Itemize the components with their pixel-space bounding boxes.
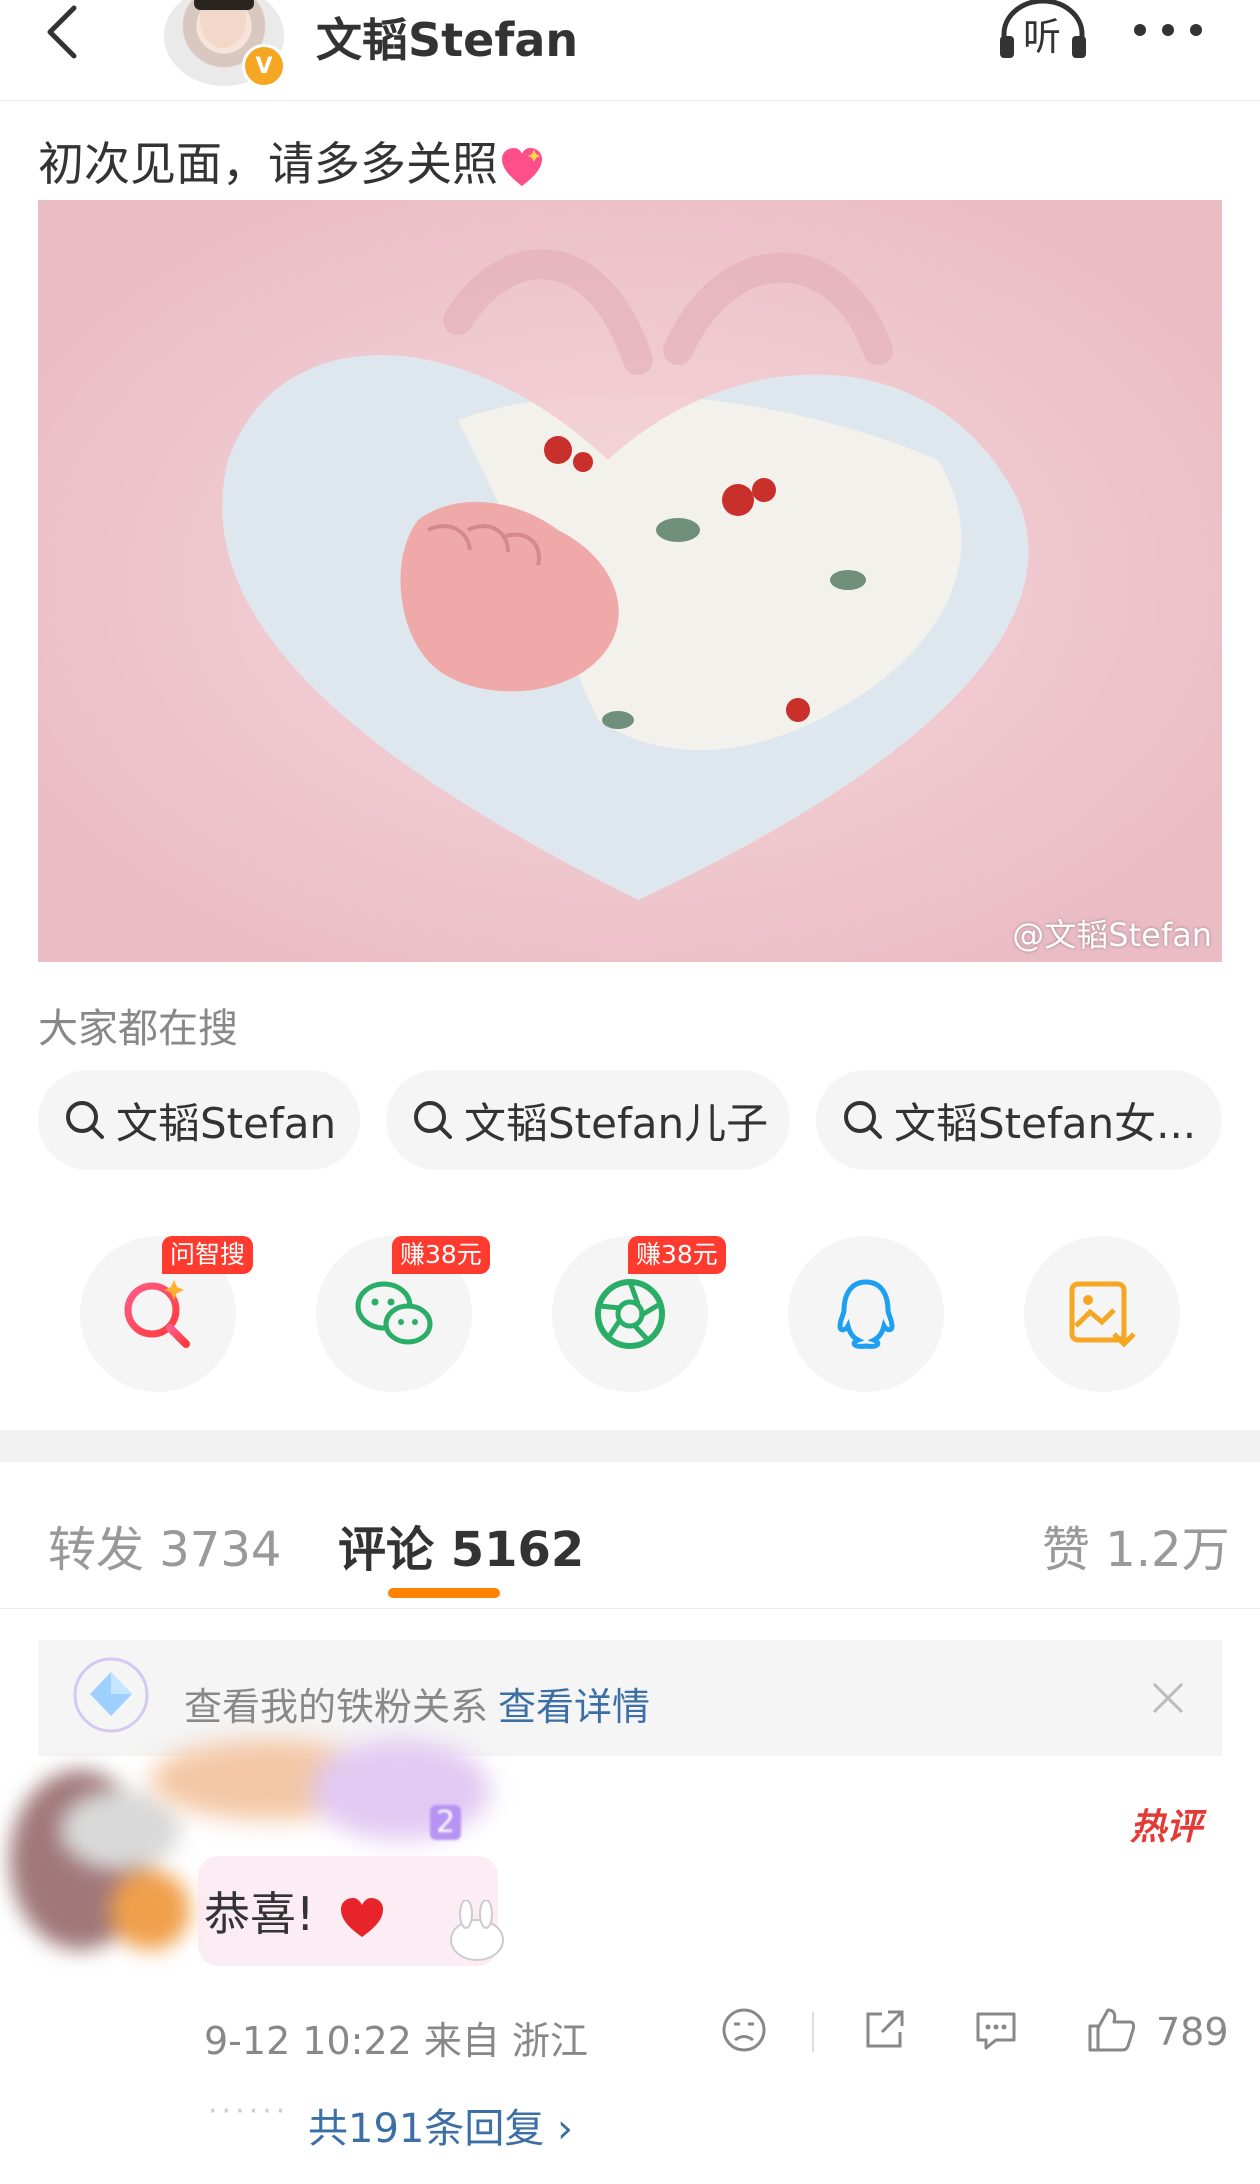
wechat-icon <box>355 1281 433 1345</box>
qq-icon <box>837 1279 895 1349</box>
action-separator <box>812 2012 814 2052</box>
search-chip-2[interactable]: 文韬Stefan儿子 <box>386 1070 790 1170</box>
search-chip-label: 文韬Stefan儿子 <box>464 1098 769 1148</box>
post-image[interactable]: @文韬Stefan <box>38 200 1222 962</box>
weibo-post-page: V 文韬Stefan 听 初次见面，请多多关照 @文韬Stefan 大家都在搜 … <box>0 0 1260 2184</box>
bunny-sticker-icon <box>450 1900 504 1961</box>
avatar-hair <box>194 0 254 10</box>
verified-badge-icon: V <box>242 44 286 88</box>
trending-search-title: 大家都在搜 <box>38 1006 238 1052</box>
ai-search-icon <box>124 1280 190 1348</box>
moments-icon <box>595 1279 665 1349</box>
listen-label: 听 <box>1023 15 1062 59</box>
share-badge-ai-search: 问智搜 <box>162 1236 254 1274</box>
comment-time-location: 9-12 10:22 来自 浙江 <box>204 2019 588 2063</box>
reply-comment-icon[interactable] <box>972 2006 1020 2054</box>
sparkling-heart-icon <box>502 147 542 186</box>
fan-relation-link[interactable]: 查看详情 <box>498 1685 650 1729</box>
author-name[interactable]: 文韬Stefan <box>316 4 578 70</box>
share-save-image-button[interactable] <box>1024 1236 1180 1392</box>
search-chip-1[interactable]: 文韬Stefan <box>38 1070 360 1170</box>
comment-text-content: 恭喜! <box>204 1887 315 1941</box>
tabs-divider <box>0 1608 1260 1609</box>
comment-like-count: 789 <box>1156 2010 1229 2054</box>
comment-text: 恭喜! <box>204 1878 385 1944</box>
post-text: 初次见面，请多多关照 <box>38 128 544 194</box>
baby-hand-heart-illustration <box>38 200 1222 962</box>
share-comment-icon[interactable] <box>860 2006 908 2054</box>
search-icon <box>844 1101 882 1139</box>
share-badge-wechat: 赚38元 <box>392 1236 490 1274</box>
save-image-icon <box>1069 1281 1136 1348</box>
search-icon <box>414 1101 452 1139</box>
search-chip-3[interactable]: 文韬Stefan女... <box>816 1070 1222 1170</box>
active-tab-indicator <box>388 1588 500 1598</box>
tab-repost[interactable]: 转发 3734 <box>48 1510 281 1580</box>
back-arrow-icon[interactable] <box>36 2 96 62</box>
tab-comments[interactable]: 评论 5162 <box>338 1510 584 1580</box>
commenter-level-badge: 2 <box>430 1805 462 1840</box>
close-icon[interactable] <box>1148 1678 1188 1718</box>
image-watermark: @文韬Stefan <box>1012 916 1212 954</box>
dislike-face-icon[interactable] <box>720 2006 768 2054</box>
search-chip-label: 文韬Stefan <box>116 1098 337 1148</box>
heart-icon <box>341 1897 384 1937</box>
share-badge-moments: 赚38元 <box>628 1236 726 1274</box>
search-chip-label: 文韬Stefan女... <box>894 1098 1197 1148</box>
replies-dots: ······ <box>208 2094 290 2129</box>
section-divider <box>0 1430 1260 1462</box>
tab-likes[interactable]: 赞 1.2万 <box>1042 1510 1230 1580</box>
more-options-icon[interactable] <box>1132 20 1204 40</box>
like-thumb-icon[interactable] <box>1086 2006 1136 2054</box>
post-text-content: 初次见面，请多多关照 <box>38 137 498 191</box>
search-icon <box>66 1101 104 1139</box>
hot-comment-tag: 热评 <box>1130 1807 1203 1848</box>
author-avatar[interactable]: V <box>164 0 286 88</box>
view-replies-link[interactable]: 共191条回复 › <box>308 2096 573 2154</box>
top-bar: V 文韬Stefan 听 <box>0 0 1260 101</box>
share-qq-button[interactable] <box>788 1236 944 1392</box>
